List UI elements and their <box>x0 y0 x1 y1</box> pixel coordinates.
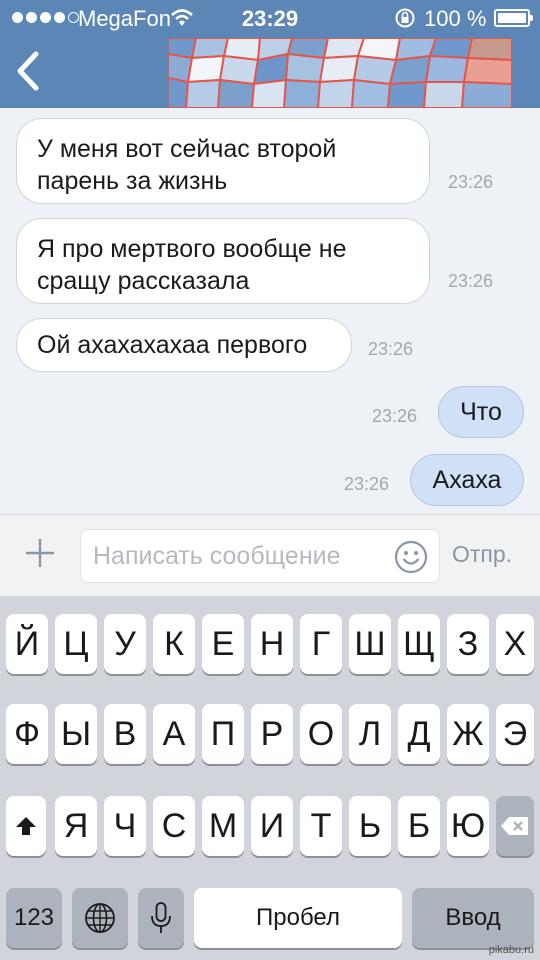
key[interactable]: Ю <box>447 796 489 856</box>
key[interactable]: Й <box>6 614 48 674</box>
message-text: сращу рассказала <box>37 267 250 295</box>
key[interactable]: Н <box>251 614 293 674</box>
key[interactable]: И <box>251 796 293 856</box>
backspace-icon <box>501 817 528 835</box>
key[interactable]: Э <box>496 704 534 764</box>
message-bubble-incoming[interactable]: У меня вот сейчас второй парень за жизнь <box>16 118 430 204</box>
compose-bar: Написать сообщение Отпр. <box>0 514 540 596</box>
key[interactable]: Т <box>300 796 342 856</box>
numbers-key[interactable]: 123 <box>6 888 62 948</box>
message-text: Ой ахахахахаа первого <box>37 331 308 359</box>
key[interactable]: Р <box>251 704 293 764</box>
message-text: У меня вот сейчас второй <box>37 135 337 163</box>
smile-icon[interactable] <box>393 539 429 575</box>
microphone-icon <box>151 902 171 933</box>
key[interactable]: Х <box>496 614 534 674</box>
key[interactable]: Б <box>398 796 440 856</box>
key[interactable]: Щ <box>398 614 440 674</box>
space-key[interactable]: Пробел <box>194 888 402 948</box>
key[interactable]: Ц <box>55 614 97 674</box>
message-time: 23:26 <box>372 406 418 426</box>
status-bar: MegaFon 23:29 100 % <box>0 0 540 36</box>
return-key[interactable]: Ввод <box>412 888 534 948</box>
key[interactable]: В <box>104 704 146 764</box>
key[interactable]: К <box>153 614 195 674</box>
message-text: Ахаха <box>432 466 502 494</box>
key[interactable]: А <box>153 704 195 764</box>
key[interactable]: Ч <box>104 796 146 856</box>
message-input[interactable]: Написать сообщение <box>80 529 440 583</box>
microphone-key[interactable] <box>138 888 184 948</box>
send-button[interactable]: Отпр. <box>452 541 512 568</box>
censored-contact-name <box>168 38 512 108</box>
key[interactable]: Ы <box>55 704 97 764</box>
message-input-placeholder: Написать сообщение <box>93 542 341 570</box>
key[interactable]: Ш <box>349 614 391 674</box>
key[interactable]: У <box>104 614 146 674</box>
message-time: 23:26 <box>448 271 494 291</box>
message-text: Что <box>460 398 502 426</box>
battery-percent: 100 % <box>424 6 487 31</box>
message-bubble-outgoing[interactable]: Что <box>438 386 524 438</box>
message-text: парень за жизнь <box>37 167 228 195</box>
key[interactable]: М <box>202 796 244 856</box>
battery-icon <box>494 9 533 27</box>
backspace-key[interactable] <box>496 796 534 856</box>
message-text: Я про мертвого вообще не <box>37 235 347 263</box>
watermark: pikabu.ru <box>488 944 534 956</box>
rotation-lock-icon <box>395 8 415 28</box>
globe-key[interactable] <box>72 888 128 948</box>
key[interactable]: С <box>153 796 195 856</box>
key[interactable]: Г <box>300 614 342 674</box>
key[interactable]: Е <box>202 614 244 674</box>
keyboard: Й Ц У К Е Н Г Ш Щ З Х Ф Ы В А П Р О Л Д … <box>0 596 540 960</box>
shift-icon <box>16 817 36 835</box>
message-bubble-outgoing[interactable]: Ахаха <box>410 454 524 506</box>
message-time: 23:26 <box>368 339 414 359</box>
message-bubble-incoming[interactable]: Я про мертвого вообще не сращу рассказал… <box>16 218 430 304</box>
message-time: 23:26 <box>344 474 390 494</box>
key[interactable]: Ж <box>447 704 489 764</box>
key[interactable]: З <box>447 614 489 674</box>
key[interactable]: Я <box>55 796 97 856</box>
key[interactable]: Ф <box>6 704 48 764</box>
header: MegaFon 23:29 100 % <box>0 0 540 108</box>
key[interactable]: П <box>202 704 244 764</box>
globe-icon <box>85 903 115 933</box>
message-bubble-incoming[interactable]: Ой ахахахахаа первого <box>16 318 352 372</box>
message-time: 23:26 <box>448 172 494 192</box>
shift-key[interactable] <box>6 796 46 856</box>
key[interactable]: Ь <box>349 796 391 856</box>
key[interactable]: О <box>300 704 342 764</box>
back-chevron-icon[interactable] <box>10 46 46 96</box>
key[interactable]: Д <box>398 704 440 764</box>
plus-icon[interactable] <box>24 537 56 569</box>
message-list[interactable]: У меня вот сейчас второй парень за жизнь… <box>0 108 540 514</box>
key[interactable]: Л <box>349 704 391 764</box>
